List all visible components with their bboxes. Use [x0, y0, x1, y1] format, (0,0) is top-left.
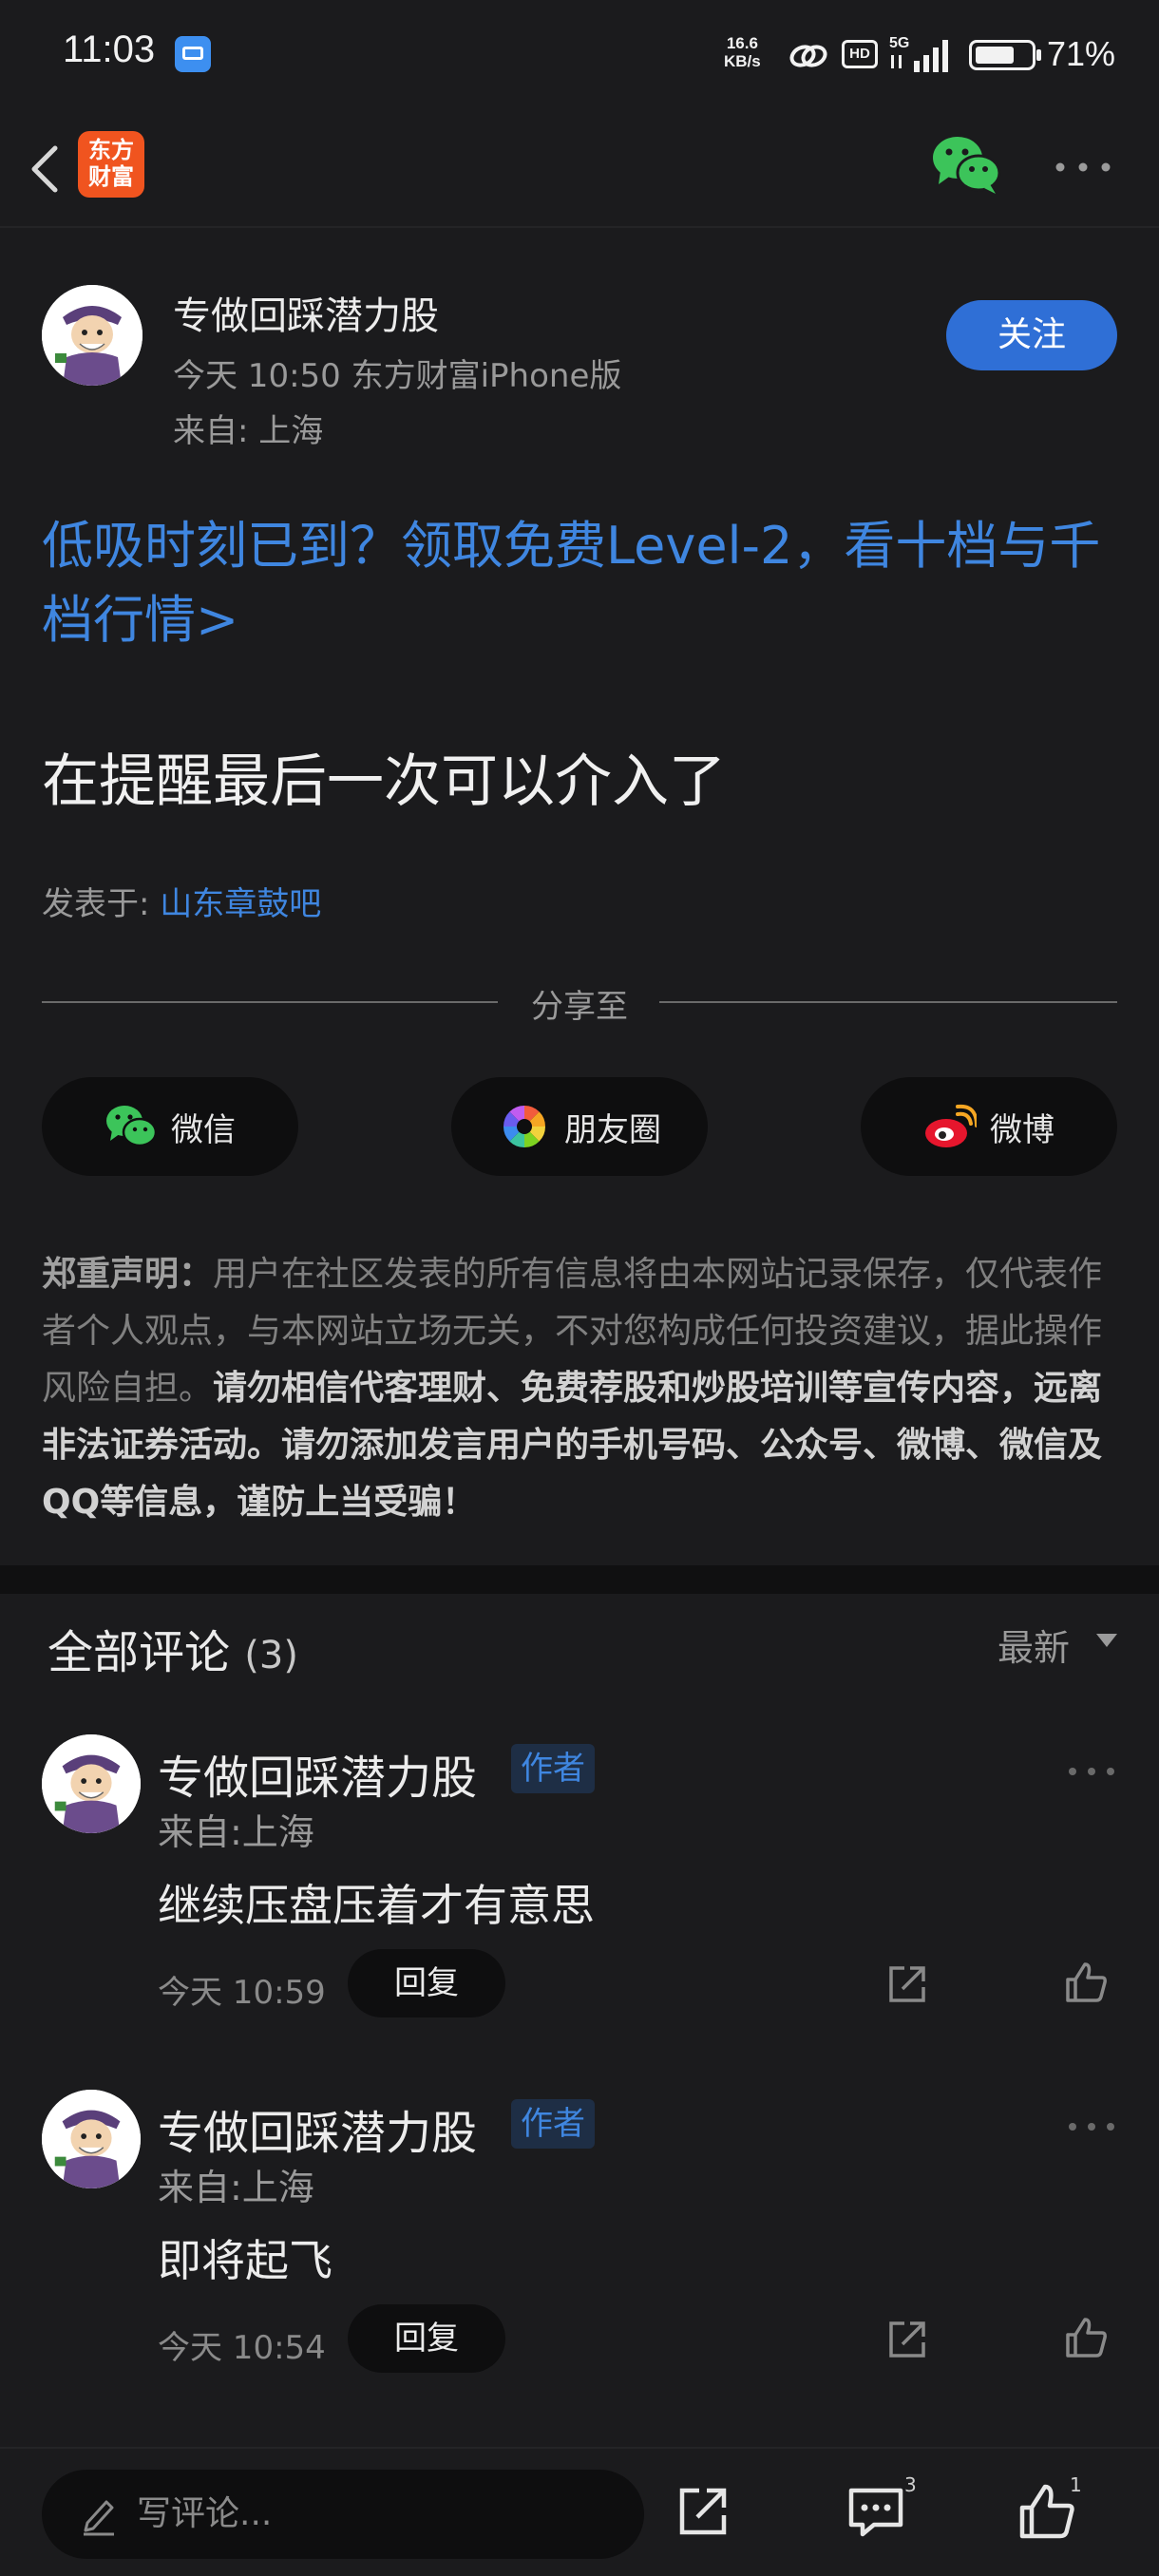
- thumbs-up-icon[interactable]: [1062, 1959, 1110, 2006]
- sort-dropdown[interactable]: 最新: [998, 1619, 1070, 1671]
- author-badge: 作者: [511, 1744, 595, 1793]
- share-moments-button[interactable]: 朋友圈: [451, 1077, 708, 1176]
- network-speed-value: 16.6: [726, 34, 758, 52]
- share-wechat-label: 微信: [171, 1110, 236, 1149]
- comment-icon[interactable]: [846, 2481, 906, 2542]
- thumbs-up-icon[interactable]: [1016, 2481, 1077, 2542]
- post-title: 在提醒最后一次可以介入了: [42, 748, 726, 815]
- post-author-name[interactable]: 专做回踩潜力股: [173, 285, 439, 340]
- share-label: 分享至: [531, 988, 628, 1026]
- hd-badge: HD: [842, 40, 878, 68]
- battery-percent: 71%: [1047, 34, 1116, 73]
- comment-text: 即将起飞: [158, 2235, 332, 2286]
- comment-more-icon[interactable]: [1068, 2122, 1115, 2131]
- comment-count-badge: 3: [904, 2473, 917, 2496]
- moments-icon: [503, 1105, 546, 1148]
- network-type: 5G: [889, 35, 909, 51]
- share-weibo-label: 微博: [990, 1110, 1054, 1149]
- share-icon[interactable]: [673, 2481, 733, 2542]
- logo-text-line1: 东方: [88, 137, 134, 163]
- comment-input[interactable]: 写评论...: [42, 2470, 644, 2559]
- battery-icon: [969, 40, 1041, 70]
- post-location: 来自: 上海: [173, 412, 324, 450]
- reply-button[interactable]: 回复: [348, 1949, 505, 2017]
- divider-line-right: [659, 1001, 1117, 1003]
- comment-avatar[interactable]: [42, 2090, 141, 2188]
- comment-author[interactable]: 专做回踩潜力股: [158, 1740, 477, 1807]
- comment-location: 来自:上海: [158, 1811, 314, 1853]
- comment-more-icon[interactable]: [1068, 1767, 1115, 1776]
- follow-button[interactable]: 关注: [946, 300, 1117, 370]
- comment-avatar[interactable]: [42, 1734, 141, 1833]
- comment-item: 专做回踩潜力股 作者 来自:上海 继续压盘压着才有意思 今天 10:59 回复: [0, 1734, 1159, 2076]
- more-options-icon[interactable]: [1054, 161, 1112, 173]
- thumbs-up-icon[interactable]: [1062, 2314, 1110, 2361]
- top-nav-bar: 东方 财富: [0, 110, 1159, 228]
- disclaimer-heading: 郑重声明：: [42, 1255, 214, 1294]
- share-moments-label: 朋友圈: [564, 1110, 661, 1149]
- share-weibo-button[interactable]: 微博: [861, 1077, 1117, 1176]
- board-link[interactable]: 山东章鼓吧: [160, 885, 321, 923]
- comment-time: 今天 10:59: [158, 1974, 326, 2012]
- eastmoney-logo[interactable]: 东方 财富: [78, 131, 144, 198]
- comment-input-placeholder: 写评论...: [137, 2494, 273, 2533]
- board-prefix: 发表于:: [42, 885, 161, 923]
- comment-location: 来自:上海: [158, 2167, 314, 2208]
- comment-author[interactable]: 专做回踩潜力股: [158, 2095, 477, 2162]
- share-divider: 分享至: [42, 980, 1117, 1026]
- logo-text-line2: 财富: [88, 163, 134, 190]
- post-meta: 今天 10:50 东方财富iPhone版: [173, 357, 622, 395]
- disclaimer-text: 郑重声明：用户在社区发表的所有信息将由本网站记录保存，仅代表作者个人观点，与本网…: [42, 1246, 1121, 1531]
- reply-button[interactable]: 回复: [348, 2304, 505, 2373]
- pencil-icon: [84, 2500, 114, 2536]
- share-wechat-button[interactable]: 微信: [42, 1077, 298, 1176]
- like-count-badge: 1: [1070, 2473, 1082, 2496]
- signal-5g-icon: 5G: [889, 35, 948, 72]
- comments-title: 全部评论 (3): [48, 1615, 298, 1681]
- author-avatar[interactable]: [42, 285, 142, 386]
- wechat-icon: [106, 1106, 158, 1147]
- bottom-action-bar: 写评论... 3 1: [0, 2447, 1159, 2576]
- network-speed: 16.6 KB/s: [724, 34, 761, 70]
- comment-time: 今天 10:54: [158, 2329, 326, 2367]
- post-board: 发表于: 山东章鼓吧: [42, 878, 321, 924]
- comments-count: (3): [244, 1634, 298, 1677]
- share-icon[interactable]: [884, 2316, 931, 2363]
- author-badge: 作者: [511, 2099, 595, 2149]
- section-separator: [0, 1565, 1159, 1594]
- notification-app-icon: [175, 36, 211, 72]
- comment-item: 专做回踩潜力股 作者 来自:上海 即将起飞 今天 10:54 回复: [0, 2090, 1159, 2432]
- comments-title-label: 全部评论: [48, 1626, 231, 1679]
- status-time: 11:03: [63, 28, 156, 70]
- status-bar: 11:03 16.6 KB/s HD 5G 71%: [0, 0, 1159, 110]
- hotspot-link-icon: [789, 45, 827, 67]
- wechat-share-icon[interactable]: [931, 133, 1003, 196]
- chevron-down-icon[interactable]: [1096, 1634, 1117, 1649]
- share-icon[interactable]: [884, 1960, 931, 2008]
- back-arrow-icon[interactable]: [23, 139, 70, 199]
- comment-text: 继续压盘压着才有意思: [158, 1880, 595, 1931]
- network-speed-unit: KB/s: [724, 52, 761, 70]
- level2-promo-link[interactable]: 低吸时刻已到？领取免费Level-2，看十档与千档行情>: [42, 509, 1125, 657]
- weibo-icon: [925, 1104, 977, 1147]
